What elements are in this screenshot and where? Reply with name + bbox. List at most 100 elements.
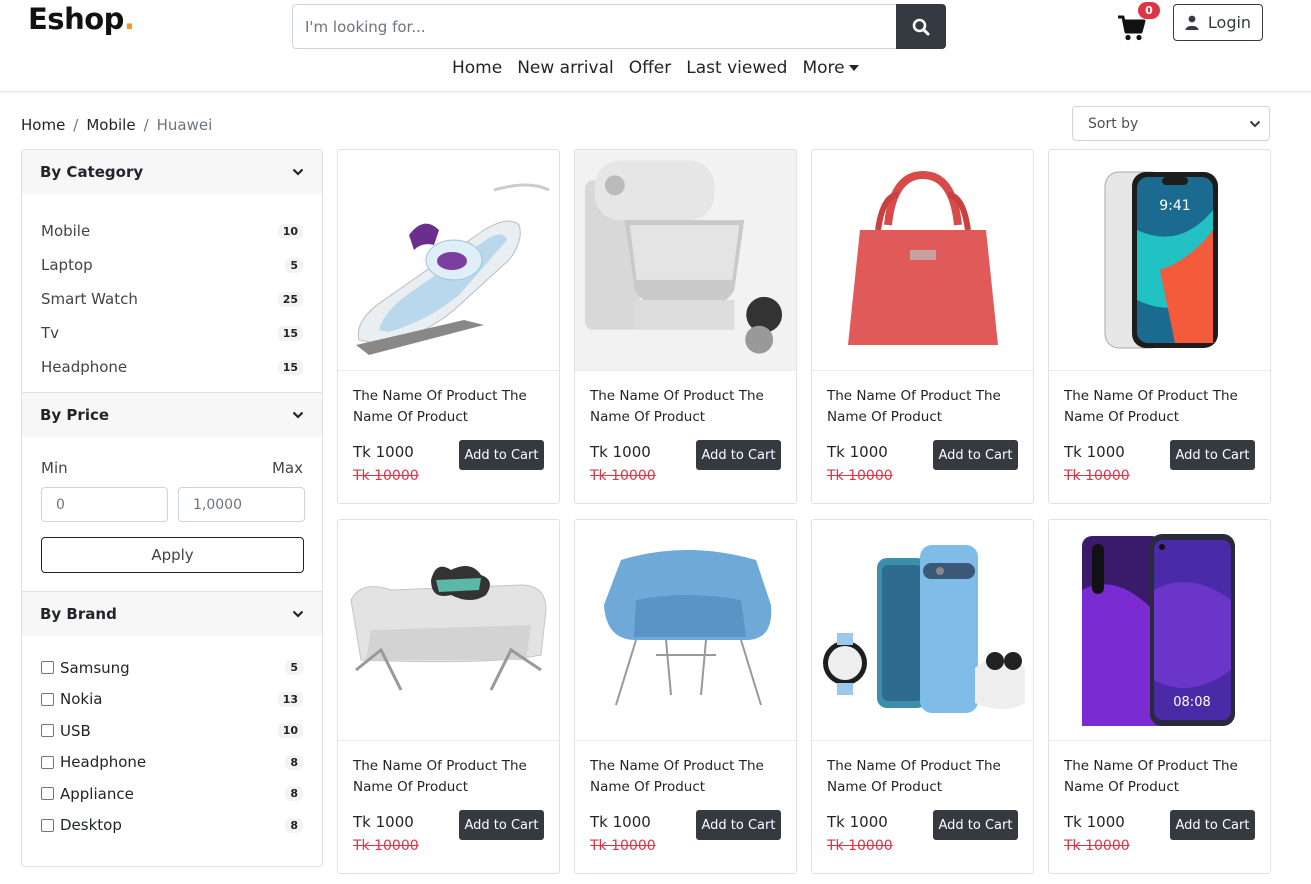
product-name[interactable]: The Name Of Product The Name Of Product xyxy=(827,386,1017,428)
brand-label[interactable]: Samsung xyxy=(60,659,130,677)
breadcrumb-mobile[interactable]: Mobile xyxy=(86,116,135,134)
brand-count: 8 xyxy=(285,754,303,770)
product-card[interactable]: 9:41 The Name Of Product The Name Of Pro… xyxy=(1048,149,1271,504)
brand-label[interactable]: USB xyxy=(60,722,91,740)
brand-item: Headphone 8 xyxy=(41,747,303,779)
apply-button[interactable]: Apply xyxy=(41,537,304,573)
category-item[interactable]: Tv 15 xyxy=(41,316,303,350)
product-price: Tk 1000 xyxy=(353,813,414,831)
caret-down-icon xyxy=(848,65,859,71)
product-image[interactable] xyxy=(575,150,796,371)
product-old-price: Tk 10000 xyxy=(827,468,893,484)
nav-more-dropdown[interactable]: More xyxy=(802,58,859,78)
min-price-input[interactable] xyxy=(41,487,168,522)
product-card[interactable]: The Name Of Product The Name Of Product … xyxy=(337,519,560,874)
chevron-down-icon xyxy=(1249,120,1261,127)
stand-mixer-image xyxy=(575,150,796,370)
chevron-down-icon xyxy=(292,610,304,618)
product-card[interactable]: The Name Of Product The Name Of Product … xyxy=(811,149,1034,504)
brand-label[interactable]: Headphone xyxy=(60,753,146,771)
product-image[interactable] xyxy=(338,150,559,371)
search-icon xyxy=(912,18,930,35)
add-to-cart-button[interactable]: Add to Cart xyxy=(459,440,544,470)
category-count: 15 xyxy=(277,325,303,341)
search-input[interactable] xyxy=(292,4,896,49)
product-old-price: Tk 10000 xyxy=(353,468,419,484)
product-name[interactable]: The Name Of Product The Name Of Product xyxy=(590,386,780,428)
nav-last-viewed[interactable]: Last viewed xyxy=(686,58,787,78)
nav-offer[interactable]: Offer xyxy=(629,58,672,78)
product-name[interactable]: The Name Of Product The Name Of Product xyxy=(353,756,543,798)
brand-checkbox[interactable] xyxy=(41,692,54,706)
product-old-price: Tk 10000 xyxy=(827,838,893,854)
category-title: By Category xyxy=(40,163,144,181)
product-price: Tk 1000 xyxy=(1064,443,1125,461)
product-card[interactable]: 08:08 The Name Of Product The Name Of Pr… xyxy=(1048,519,1271,874)
brand-checkbox[interactable] xyxy=(41,661,54,675)
nav-home[interactable]: Home xyxy=(452,58,502,78)
brand-checkbox[interactable] xyxy=(41,724,54,738)
add-to-cart-button[interactable]: Add to Cart xyxy=(1170,810,1255,840)
product-name[interactable]: The Name Of Product The Name Of Product xyxy=(1064,756,1254,798)
category-item[interactable]: Laptop 5 xyxy=(41,248,303,282)
price-title: By Price xyxy=(40,406,110,424)
price-section-header[interactable]: By Price xyxy=(22,393,322,437)
category-item[interactable]: Mobile 10 xyxy=(41,214,303,248)
huawei-phone-image: 08:08 xyxy=(1081,534,1235,726)
product-card[interactable]: The Name Of Product The Name Of Product … xyxy=(811,519,1034,874)
product-image[interactable] xyxy=(338,520,559,741)
product-card[interactable]: The Name Of Product The Name Of Product … xyxy=(337,149,560,504)
brand-checkbox[interactable] xyxy=(41,787,54,801)
brand-section-header[interactable]: By Brand xyxy=(22,592,322,636)
product-image[interactable]: 08:08 xyxy=(1049,520,1270,741)
product-price: Tk 1000 xyxy=(827,443,888,461)
add-to-cart-button[interactable]: Add to Cart xyxy=(933,440,1018,470)
brand-checkbox[interactable] xyxy=(41,818,54,832)
add-to-cart-button[interactable]: Add to Cart xyxy=(459,810,544,840)
product-image[interactable]: 9:41 xyxy=(1049,150,1270,371)
brand-item: Appliance 8 xyxy=(41,778,303,810)
max-price-input[interactable] xyxy=(178,487,305,522)
product-image[interactable] xyxy=(812,150,1033,371)
logo[interactable]: Eshop. xyxy=(28,2,135,36)
logo-text: Eshop xyxy=(28,2,124,36)
login-button[interactable]: Login xyxy=(1173,4,1263,41)
category-label: Headphone xyxy=(41,358,128,376)
steam-iron-image xyxy=(355,183,550,355)
product-name[interactable]: The Name Of Product The Name Of Product xyxy=(353,386,543,428)
product-card[interactable]: The Name Of Product The Name Of Product … xyxy=(574,519,797,874)
brand-item: Nokia 13 xyxy=(41,684,303,716)
product-price: Tk 1000 xyxy=(590,813,651,831)
search-button[interactable] xyxy=(896,4,946,49)
brand-label[interactable]: Desktop xyxy=(60,816,122,834)
product-name[interactable]: The Name Of Product The Name Of Product xyxy=(827,756,1017,798)
category-item[interactable]: Headphone 15 xyxy=(41,350,303,384)
product-image[interactable] xyxy=(575,520,796,741)
brand-checkbox[interactable] xyxy=(41,755,54,769)
cart-count-badge: 0 xyxy=(1138,2,1160,19)
search-bar xyxy=(292,4,946,49)
category-label: Smart Watch xyxy=(41,290,138,308)
product-image[interactable] xyxy=(812,520,1033,741)
breadcrumb-home[interactable]: Home xyxy=(21,116,65,134)
brand-label[interactable]: Appliance xyxy=(60,785,134,803)
add-to-cart-button[interactable]: Add to Cart xyxy=(696,810,781,840)
brand-label[interactable]: Nokia xyxy=(60,690,102,708)
add-to-cart-button[interactable]: Add to Cart xyxy=(933,810,1018,840)
category-label: Tv xyxy=(41,324,60,342)
brand-title: By Brand xyxy=(40,605,117,623)
chevron-down-icon xyxy=(292,411,304,419)
nav-new-arrival[interactable]: New arrival xyxy=(517,58,614,78)
armchair-image xyxy=(603,550,771,706)
product-name[interactable]: The Name Of Product The Name Of Product xyxy=(590,756,780,798)
product-name[interactable]: The Name Of Product The Name Of Product xyxy=(1064,386,1254,428)
sort-select[interactable]: Sort by xyxy=(1072,106,1270,141)
breadcrumb: Home / Mobile / Huawei xyxy=(21,116,212,134)
category-section-header[interactable]: By Category xyxy=(22,150,322,194)
category-item[interactable]: Smart Watch 25 xyxy=(41,282,303,316)
add-to-cart-button[interactable]: Add to Cart xyxy=(1170,440,1255,470)
add-to-cart-button[interactable]: Add to Cart xyxy=(696,440,781,470)
brand-count: 10 xyxy=(277,723,303,739)
product-card[interactable]: The Name Of Product The Name Of Product … xyxy=(574,149,797,504)
product-price: Tk 1000 xyxy=(353,443,414,461)
